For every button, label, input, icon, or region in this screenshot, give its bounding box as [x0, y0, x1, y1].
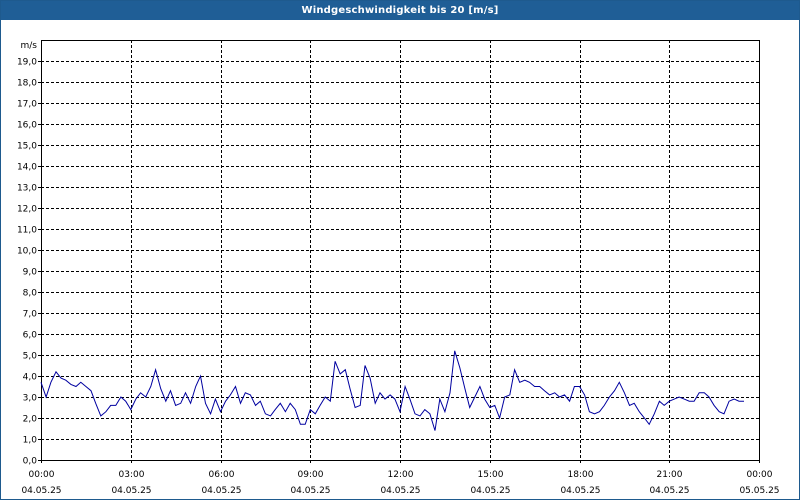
y-tick-label: 17,0 [17, 100, 37, 110]
y-tick-label: 8,0 [23, 289, 38, 299]
y-tick-label: 13,0 [17, 184, 37, 194]
x-tick-date-label: 04.05.25 [470, 486, 510, 496]
x-tick-date-label: 04.05.25 [290, 486, 330, 496]
x-tick-time-label: 18:00 [568, 470, 594, 480]
y-tick-label: 18,0 [17, 79, 37, 89]
y-tick-label: 1,0 [23, 436, 38, 446]
x-tick-time-label: 00:00 [747, 470, 773, 480]
y-tick-label: 3,0 [23, 394, 38, 404]
x-tick-date-label: 04.05.25 [201, 486, 241, 496]
x-tick-date-label: 04.05.25 [111, 486, 151, 496]
y-tick-label: 4,0 [23, 373, 38, 383]
y-tick-label: 7,0 [23, 310, 38, 320]
x-tick-time-label: 06:00 [209, 470, 235, 480]
y-tick-label: 10,0 [17, 247, 37, 257]
x-tick-time-label: 00:00 [29, 470, 55, 480]
y-axis-label: m/s [21, 41, 38, 51]
wind-speed-chart: 0,0 1,0 2,0 3,0 4,0 5,0 6,0 7,0 8,0 9,0 10,0 11,0 12… [17, 40, 780, 496]
y-tick-label: 2,0 [23, 415, 38, 425]
y-tick-label: 11,0 [17, 226, 37, 236]
x-tick-date-label: 05.05.25 [739, 486, 779, 496]
x-tick-date-label: 04.05.25 [21, 486, 61, 496]
x-tick-time-label: 03:00 [119, 470, 145, 480]
y-tick-label: 16,0 [17, 121, 37, 131]
y-tick-label: 14,0 [17, 163, 37, 173]
y-tick-label: 6,0 [23, 331, 38, 341]
chart-window: Windgeschwindigkeit bis 20 [m/s] 0,0 1,0 2… [0, 0, 800, 500]
x-tick-date-label: 04.05.25 [560, 486, 600, 496]
x-tick-time-label: 15:00 [478, 470, 504, 480]
y-tick-label: 0,0 [23, 457, 38, 467]
y-tick-label: 9,0 [23, 268, 38, 278]
x-tick-time-label: 09:00 [298, 470, 324, 480]
y-tick-label: 5,0 [23, 352, 38, 362]
y-tick-label: 12,0 [17, 205, 37, 215]
y-tick-label: 19,0 [17, 58, 37, 68]
x-tick-date-label: 04.05.25 [649, 486, 689, 496]
x-tick-time-label: 21:00 [657, 470, 683, 480]
x-tick-date-label: 04.05.25 [380, 486, 420, 496]
x-tick-time-label: 12:00 [388, 470, 414, 480]
y-tick-label: 15,0 [17, 142, 37, 152]
